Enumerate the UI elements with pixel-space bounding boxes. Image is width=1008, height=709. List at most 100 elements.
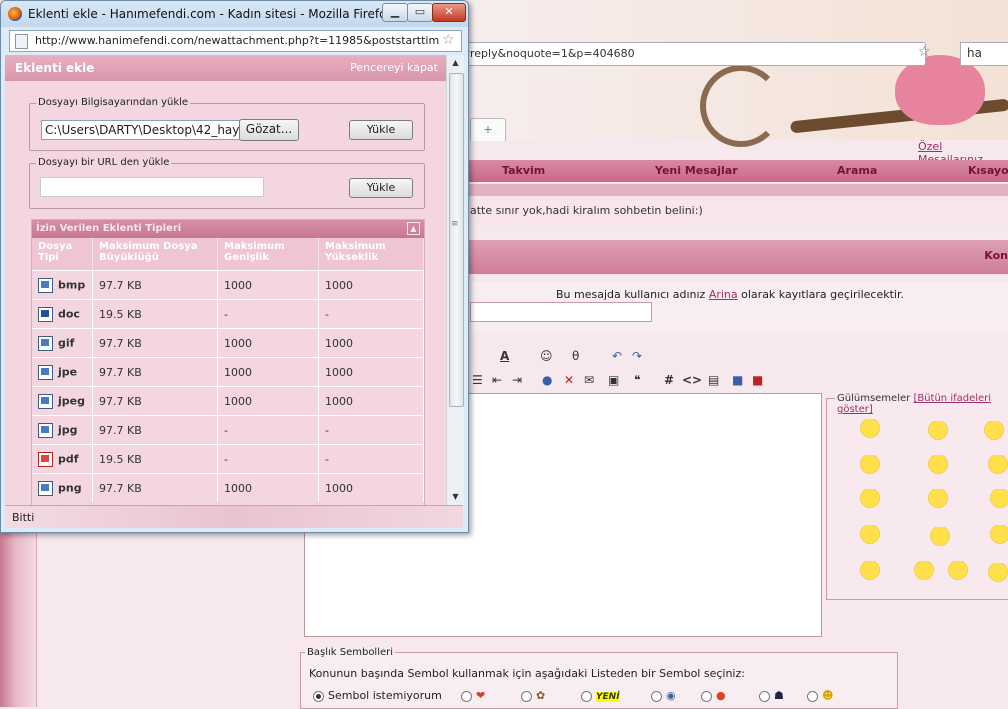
radio-eye[interactable] xyxy=(651,690,662,702)
radio-flag[interactable] xyxy=(701,690,712,702)
search-box[interactable]: ha xyxy=(960,42,1008,66)
video-icon[interactable]: ■ xyxy=(752,373,763,387)
scroll-down-arrow-icon[interactable]: ▼ xyxy=(447,489,464,505)
code-icon[interactable]: <> xyxy=(682,373,702,387)
radio-none[interactable] xyxy=(313,690,324,702)
link-icon[interactable]: ● xyxy=(542,373,552,387)
email-icon[interactable]: ✉ xyxy=(584,373,594,387)
list-icon[interactable]: ☰ xyxy=(472,373,483,387)
upload-from-computer-legend: Dosyayı Bilgisayarından yükle xyxy=(36,97,191,108)
popup-header: Eklenti ekle Pencereyi kapat xyxy=(5,55,446,81)
title-input[interactable] xyxy=(470,302,652,322)
window-title: Eklenti ekle - Hanımefendi.com - Kadın s… xyxy=(28,7,394,21)
upload-from-url-fieldset: Dosyayı bir URL den yükle Yükle xyxy=(29,157,425,209)
window-titlebar[interactable]: Eklenti ekle - Hanımefendi.com - Kadın s… xyxy=(1,1,468,27)
outdent-icon[interactable]: ⇤ xyxy=(492,373,502,387)
php-icon[interactable]: ▤ xyxy=(708,373,719,387)
ext-label: jpe xyxy=(58,365,78,378)
upload-from-url-legend: Dosyayı bir URL den yükle xyxy=(36,157,172,168)
unlink-icon[interactable]: ✕ xyxy=(564,373,574,387)
smiley-icon[interactable]: ☺ xyxy=(540,349,553,363)
symbol-option-ghost[interactable]: ☗ xyxy=(759,689,784,702)
smiley-icon-10[interactable] xyxy=(859,525,881,545)
bookmark-star-icon[interactable]: ☆ xyxy=(918,44,931,60)
info-suffix: olarak kayıtlara geçirilecektir. xyxy=(741,288,904,301)
allowed-types-panel: İzin Verilen Eklenti Tipleri ▲ Dosya Tip… xyxy=(31,219,425,505)
title-symbols-panel: Başlık Sembolleri Konunun başında Sembol… xyxy=(300,647,898,709)
symbol-option-flag[interactable]: ● xyxy=(701,689,726,702)
redo-icon[interactable]: ↷ xyxy=(632,349,642,363)
ghost-icon: ☗ xyxy=(774,689,784,702)
smiley-icon-15[interactable] xyxy=(947,561,969,581)
smiley-icon-1[interactable] xyxy=(859,419,881,439)
left-decoration xyxy=(0,530,36,707)
new-tab-button[interactable]: + xyxy=(470,118,506,141)
file-path-input[interactable]: C:\Users\DARTY\Desktop\42_hay xyxy=(41,120,242,140)
star-icon[interactable]: ☆ xyxy=(442,32,455,48)
popup-url-text: http://www.hanimefendi.com/newattachment… xyxy=(35,34,440,47)
browse-button[interactable]: Gözat... xyxy=(239,119,299,141)
font-color-icon[interactable]: A xyxy=(500,349,509,363)
close-window-button[interactable]: ✕ xyxy=(432,3,466,22)
upload-file-button[interactable]: Yükle xyxy=(349,120,413,140)
image-icon[interactable]: ▣ xyxy=(608,373,619,387)
indent-icon[interactable]: ⇥ xyxy=(512,373,522,387)
username-link[interactable]: Arina xyxy=(709,288,738,301)
symbol-option-eye[interactable]: ◉ xyxy=(651,689,676,702)
popup-url-bar[interactable]: http://www.hanimefendi.com/newattachment… xyxy=(9,30,462,52)
nav-new-messages[interactable]: Yeni Mesajlar xyxy=(655,164,738,177)
size-cell: 19.5 KB xyxy=(92,444,218,474)
turkish-flag-icon: ● xyxy=(716,689,726,702)
image-file-icon xyxy=(38,480,53,496)
radio-bee[interactable] xyxy=(521,690,532,702)
smiley-icon-6[interactable] xyxy=(987,455,1008,475)
radio-new[interactable] xyxy=(581,690,592,702)
scroll-up-arrow-icon[interactable]: ▲ xyxy=(447,55,464,71)
ext-label: jpeg xyxy=(58,394,85,407)
symbol-option-smiley[interactable]: ☻ xyxy=(807,689,833,702)
radio-ghost[interactable] xyxy=(759,690,770,702)
smiley-icon-7[interactable] xyxy=(859,489,881,509)
scrollbar-thumb[interactable] xyxy=(449,73,464,407)
smiley-icon-12[interactable] xyxy=(989,525,1008,545)
smiley-icon-8[interactable] xyxy=(927,489,949,509)
symbol-option-new[interactable]: YENİ xyxy=(581,689,620,702)
smiley-icon-4[interactable] xyxy=(859,455,881,475)
symbol-option-none[interactable]: Sembol istemiyorum xyxy=(313,689,442,702)
nav-shortcuts[interactable]: Kısayol xyxy=(968,164,1008,177)
upload-url-button[interactable]: Yükle xyxy=(349,178,413,198)
smiley-icon-9[interactable] xyxy=(989,489,1008,509)
background-url-bar[interactable]: wreply&noquote=1&p=404680 xyxy=(455,42,926,66)
smiley-icon-13[interactable] xyxy=(859,561,881,581)
vertical-scrollbar[interactable]: ▲ ≡ ▼ xyxy=(446,55,464,505)
radio-heart[interactable] xyxy=(461,690,472,702)
height-cell: 1000 xyxy=(318,270,424,300)
maximize-button[interactable]: ▭ xyxy=(407,3,433,22)
nav-calendar[interactable]: Takvim xyxy=(502,164,545,177)
symbol-option-heart[interactable]: ❤ xyxy=(461,689,485,702)
url-input[interactable] xyxy=(40,177,264,197)
table-row: png 97.7 KB 1000 1000 xyxy=(32,473,424,502)
hash-icon[interactable]: # xyxy=(664,373,674,387)
smiley-icon-3[interactable] xyxy=(983,421,1005,441)
quote-icon[interactable]: ❝ xyxy=(634,373,640,387)
media-icon[interactable]: ■ xyxy=(732,373,743,387)
symbol-option-bee[interactable]: ✿ xyxy=(521,689,545,702)
radio-smiley[interactable] xyxy=(807,690,818,702)
smiley-icon-16[interactable] xyxy=(987,563,1008,583)
new-badge-icon: YENİ xyxy=(596,692,620,702)
smiley-icon-5[interactable] xyxy=(927,455,949,475)
width-cell: - xyxy=(217,415,319,445)
width-cell: - xyxy=(217,299,319,329)
smiley-icon-11[interactable] xyxy=(929,527,951,547)
collapse-icon[interactable]: ▲ xyxy=(407,222,420,235)
undo-icon[interactable]: ↶ xyxy=(612,349,622,363)
close-window-link[interactable]: Pencereyi kapat xyxy=(350,61,438,74)
smiley-icon-14[interactable] xyxy=(913,561,935,581)
minimize-button[interactable]: ▁ xyxy=(382,3,408,22)
attach-icon[interactable]: θ xyxy=(572,349,579,363)
page-title: Eklenti ekle xyxy=(15,61,95,75)
upload-from-computer-fieldset: Dosyayı Bilgisayarından yükle C:\Users\D… xyxy=(29,97,425,151)
nav-search[interactable]: Arama xyxy=(837,164,877,177)
smiley-icon-2[interactable] xyxy=(927,421,949,441)
